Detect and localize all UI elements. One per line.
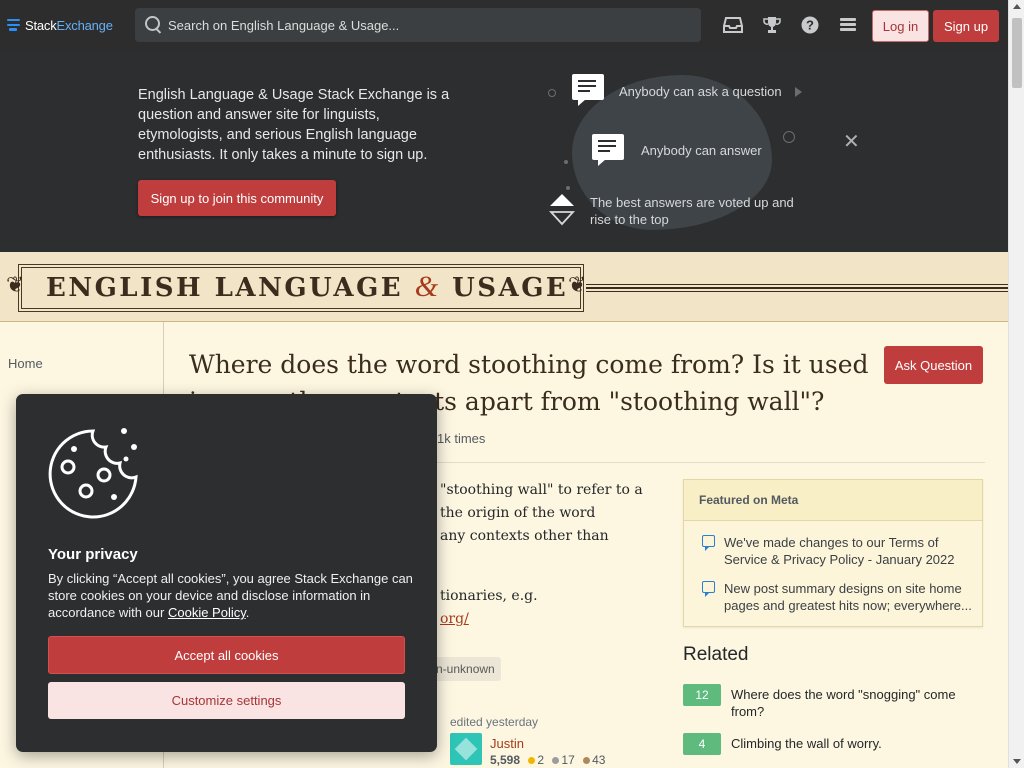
featured-title: Featured on Meta: [684, 480, 982, 521]
edited-timestamp[interactable]: edited yesterday: [450, 715, 538, 729]
accept-all-cookies-button[interactable]: Accept all cookies: [48, 636, 405, 674]
question-viewed-count: 1k times: [437, 431, 486, 446]
banner-rule: [586, 291, 1008, 292]
silver-badge-count: 17: [561, 753, 575, 767]
decorative-dot: [566, 186, 570, 190]
scroll-down-arrow-icon[interactable]: [1013, 759, 1021, 764]
hero-item-vote: The best answers are voted up and rise t…: [590, 195, 794, 227]
hero-description: English Language & Usage Stack Exchange …: [138, 87, 450, 163]
decorative-dot: [548, 89, 556, 97]
body-line: any contexts other than: [440, 528, 609, 544]
close-icon[interactable]: ✕: [843, 132, 860, 152]
cookie-text-period: .: [245, 605, 250, 620]
body-line: tionaries, e.g.: [440, 588, 538, 604]
user-reputation: 5,598 2 17 43: [490, 753, 605, 767]
fleuron-left-icon: ❦: [6, 272, 25, 297]
logo-text-exchange: Exchange: [56, 17, 113, 33]
cookie-consent-dialog: Your privacy By clicking “Accept all coo…: [16, 394, 437, 752]
bronze-badge-count: 43: [592, 753, 606, 767]
banner-rule: [586, 284, 1008, 285]
reputation-score: 5,598: [490, 753, 521, 767]
answer-icon: [592, 134, 624, 166]
trophy-icon[interactable]: [762, 15, 782, 35]
silver-badge-icon: [552, 757, 560, 764]
featured-item[interactable]: We've made changes to our Terms of Servi…: [702, 534, 972, 568]
featured-on-meta: Featured on Meta We've made changes to o…: [683, 479, 983, 627]
svg-text:?: ?: [806, 18, 814, 33]
question-tag[interactable]: n-unknown: [430, 657, 501, 681]
ask-question-icon: [572, 74, 604, 106]
cookie-icon: [48, 428, 138, 519]
bronze-badge-icon: [583, 757, 591, 764]
related-title: Related: [683, 644, 749, 665]
site-title[interactable]: ENGLISH LANGUAGE & USAGE: [46, 270, 568, 304]
body-line: "stoothing wall" to refer to a: [440, 482, 643, 498]
customize-settings-button[interactable]: Customize settings: [48, 682, 405, 719]
featured-item-text[interactable]: We've made changes to our Terms of Servi…: [724, 535, 954, 567]
logo-text-stack: Stack: [25, 17, 57, 33]
ask-question-button[interactable]: Ask Question: [884, 346, 983, 384]
gold-badge-icon: [528, 757, 536, 764]
featured-item-text[interactable]: New post summary designs on site home pa…: [724, 581, 972, 613]
search-input[interactable]: [168, 17, 668, 33]
decorative-dot: [783, 131, 795, 143]
inbox-icon[interactable]: [723, 15, 743, 35]
hero-item-ask: Anybody can ask a question: [619, 84, 782, 99]
signup-button[interactable]: Sign up: [933, 10, 999, 42]
vote-arrows-icon: [549, 194, 575, 226]
fleuron-right-icon: ❦: [568, 272, 587, 297]
sidebar-item-home[interactable]: Home: [8, 356, 43, 371]
related-link[interactable]: Where does the word "snogging" come from…: [731, 686, 981, 720]
featured-item[interactable]: New post summary designs on site home pa…: [702, 580, 972, 614]
site-title-ampersand: &: [414, 270, 441, 303]
site-banner: ❦ ❦ ENGLISH LANGUAGE & USAGE: [0, 252, 1008, 322]
scroll-thumb[interactable]: [1012, 18, 1022, 88]
help-icon[interactable]: ?: [800, 15, 820, 35]
hero-item-answer: Anybody can answer: [641, 143, 762, 158]
cookie-policy-link[interactable]: Cookie Policy: [168, 605, 246, 620]
search-icon: [145, 16, 163, 34]
cookie-text: By clicking “Accept all cookies”, you ag…: [48, 570, 416, 621]
gold-badge-count: 2: [537, 753, 545, 767]
search-bar[interactable]: [135, 8, 701, 42]
signup-hero: English Language & Usage Stack Exchange …: [0, 50, 1008, 252]
login-button[interactable]: Log in: [872, 10, 929, 42]
related-score: 4: [683, 733, 721, 755]
logo-text: StackExchange: [25, 18, 113, 33]
site-switcher-icon[interactable]: [838, 15, 858, 35]
join-community-button[interactable]: Sign up to join this community: [138, 180, 336, 216]
body-line: the origin of the word: [440, 505, 596, 521]
user-name-link[interactable]: Justin: [490, 736, 524, 751]
top-bar: StackExchange ? Log in Sign up: [0, 0, 1008, 50]
chat-icon: [702, 535, 715, 551]
body-link[interactable]: org/: [440, 611, 469, 627]
avatar[interactable]: [450, 733, 482, 765]
chat-icon: [702, 581, 715, 597]
site-title-right: USAGE: [452, 273, 569, 303]
question-body: "stoothing wall" to refer to a the origi…: [440, 479, 660, 645]
site-title-left: ENGLISH LANGUAGE: [46, 273, 404, 303]
decorative-triangle-icon: [795, 87, 802, 97]
stack-exchange-logo[interactable]: StackExchange: [7, 18, 127, 33]
page-scrollbar[interactable]: [1008, 0, 1024, 768]
cookie-title: Your privacy: [48, 546, 138, 563]
decorative-dot: [564, 160, 568, 164]
scroll-up-arrow-icon[interactable]: [1013, 4, 1021, 9]
related-link[interactable]: Climbing the wall of worry.: [731, 735, 981, 752]
banner-rule: [586, 287, 1008, 289]
related-score: 12: [683, 684, 721, 706]
stack-exchange-logo-icon: [7, 19, 20, 31]
